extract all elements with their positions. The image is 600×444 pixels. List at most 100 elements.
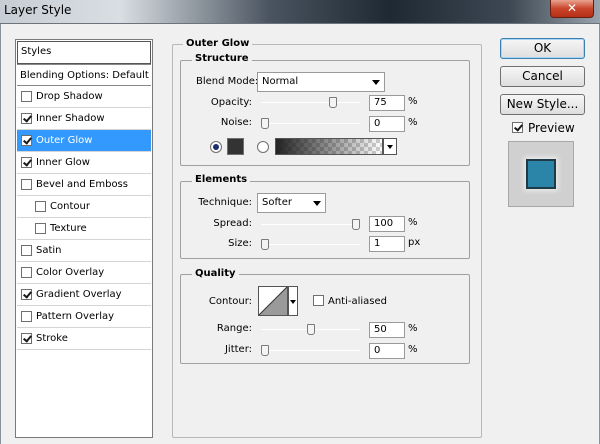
style-item-label: Gradient Overlay (36, 289, 122, 300)
preview-label: Preview (528, 121, 575, 135)
noise-label: Noise: (220, 117, 252, 128)
blend-mode-label: Blend Mode: (196, 76, 259, 87)
size-slider-track[interactable] (261, 244, 360, 245)
style-preview-thumbnail (508, 141, 574, 207)
jitter-slider-track[interactable] (261, 350, 360, 351)
style-item-texture[interactable]: Texture (17, 218, 151, 240)
style-item-checkbox[interactable] (21, 289, 32, 300)
range-unit: % (408, 323, 418, 334)
style-item-pattern-overlay[interactable]: Pattern Overlay (17, 306, 151, 328)
style-item-label: Outer Glow (36, 135, 93, 146)
style-item-contour[interactable]: Contour (17, 196, 151, 218)
style-item-checkbox[interactable] (21, 245, 32, 256)
chevron-down-icon (387, 145, 393, 149)
opacity-slider-track[interactable] (261, 102, 360, 103)
style-item-checkbox[interactable] (21, 179, 32, 190)
gradient-radio[interactable] (257, 141, 269, 153)
jitter-unit: % (408, 344, 418, 355)
preview-swatch (526, 159, 556, 189)
style-item-checkbox[interactable] (21, 267, 32, 278)
range-field[interactable]: 50 (369, 322, 405, 338)
noise-field[interactable]: 0 (369, 116, 405, 132)
solid-color-radio[interactable] (210, 141, 222, 153)
contour-label: Contour: (208, 296, 252, 307)
spread-slider-track[interactable] (261, 224, 360, 225)
quality-title: Quality (192, 268, 239, 279)
style-item-label: Pattern Overlay (36, 311, 115, 322)
structure-title: Structure (192, 53, 252, 64)
size-slider-thumb[interactable] (261, 239, 269, 250)
style-item-label: Color Overlay (36, 267, 105, 278)
style-item-checkbox[interactable] (21, 333, 32, 344)
style-item-inner-shadow[interactable]: Inner Shadow (17, 108, 151, 130)
glow-gradient-preview[interactable] (275, 138, 383, 155)
preview-checkbox[interactable] (512, 122, 523, 133)
style-item-inner-glow[interactable]: Inner Glow (17, 152, 151, 174)
opacity-field[interactable]: 75 (369, 95, 405, 111)
anti-aliased-label: Anti-aliased (328, 296, 388, 307)
style-item-checkbox[interactable] (21, 311, 32, 322)
opacity-slider-thumb[interactable] (329, 97, 338, 108)
style-item-checkbox[interactable] (21, 135, 32, 146)
style-item-satin[interactable]: Satin (17, 240, 151, 262)
ok-button[interactable]: OK (500, 38, 585, 59)
glow-color-swatch[interactable] (227, 138, 244, 155)
style-item-bevel-and-emboss[interactable]: Bevel and Emboss (17, 174, 151, 196)
noise-slider-track[interactable] (261, 123, 360, 124)
contour-preview[interactable] (258, 286, 288, 316)
spread-unit: % (408, 217, 418, 228)
style-item-outer-glow[interactable]: Outer Glow (17, 130, 151, 152)
spread-label: Spread: (213, 218, 252, 229)
style-item-checkbox[interactable] (21, 157, 32, 168)
technique-select[interactable]: Softer (257, 193, 326, 213)
style-item-checkbox[interactable] (35, 223, 46, 234)
size-unit: px (408, 237, 421, 248)
jitter-slider-thumb[interactable] (261, 345, 269, 356)
jitter-field[interactable]: 0 (369, 343, 405, 359)
style-item-label: Satin (36, 245, 62, 256)
style-item-color-overlay[interactable]: Color Overlay (17, 262, 151, 284)
jitter-label: Jitter: (224, 344, 252, 355)
style-item-label: Texture (50, 223, 87, 234)
contour-dropdown[interactable] (288, 286, 298, 316)
outer-glow-title: Outer Glow (183, 38, 253, 49)
style-item-checkbox[interactable] (35, 201, 46, 212)
close-icon: ✕ (566, 1, 578, 15)
opacity-unit: % (408, 96, 418, 107)
style-item-label: Inner Glow (36, 157, 90, 168)
title-bar: Layer Style ✕ (0, 0, 600, 24)
blend-mode-select[interactable]: Normal (257, 72, 385, 92)
cancel-button[interactable]: Cancel (500, 66, 585, 87)
gradient-dropdown[interactable] (383, 138, 397, 155)
elements-title: Elements (192, 174, 251, 185)
styles-header[interactable]: Styles (17, 41, 151, 64)
range-slider-thumb[interactable] (306, 324, 315, 335)
style-item-gradient-overlay[interactable]: Gradient Overlay (17, 284, 151, 306)
close-button[interactable]: ✕ (550, 0, 594, 18)
contour-curve-icon (259, 287, 287, 315)
noise-unit: % (408, 117, 418, 128)
technique-value: Softer (262, 197, 292, 208)
size-field[interactable]: 1 (369, 236, 405, 252)
chevron-down-icon (313, 201, 321, 206)
spread-slider-thumb[interactable] (352, 219, 360, 230)
style-item-checkbox[interactable] (21, 91, 32, 102)
style-item-label: Contour (50, 201, 90, 212)
blending-options-item[interactable]: Blending Options: Default (17, 64, 151, 86)
styles-list: Styles Blending Options: Default Drop Sh… (15, 39, 153, 438)
anti-aliased-checkbox[interactable] (313, 295, 324, 306)
spread-field[interactable]: 100 (369, 216, 405, 232)
noise-slider-thumb[interactable] (261, 118, 269, 129)
chevron-down-icon (290, 300, 296, 304)
size-label: Size: (228, 238, 252, 249)
style-item-checkbox[interactable] (21, 113, 32, 124)
blend-mode-value: Normal (262, 76, 299, 87)
window-title: Layer Style (4, 3, 72, 17)
style-item-stroke[interactable]: Stroke (17, 328, 151, 350)
new-style-button[interactable]: New Style... (500, 94, 585, 115)
style-item-drop-shadow[interactable]: Drop Shadow (17, 86, 151, 108)
technique-label: Technique: (198, 197, 252, 208)
range-label: Range: (216, 323, 252, 334)
style-item-label: Stroke (36, 333, 68, 344)
style-item-label: Inner Shadow (36, 113, 105, 124)
